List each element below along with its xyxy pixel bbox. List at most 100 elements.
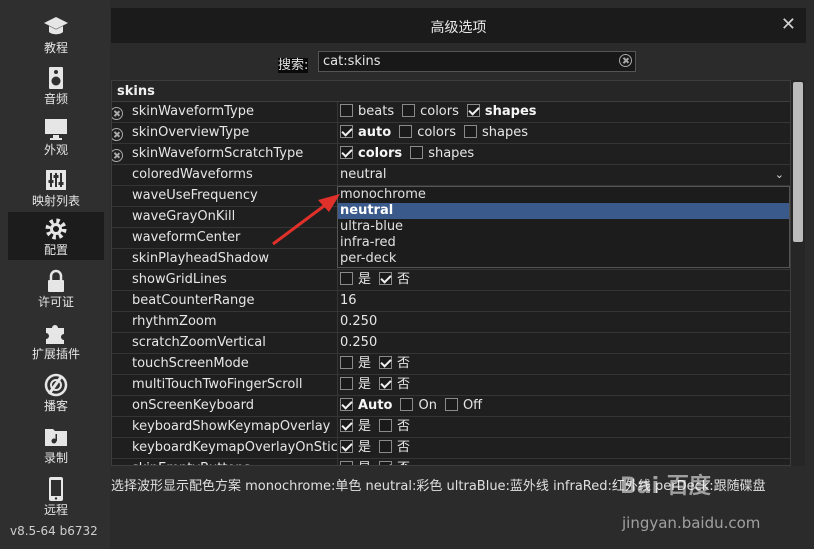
sidebar-item-4[interactable]: 配置 <box>8 212 104 260</box>
checkbox[interactable] <box>340 146 353 159</box>
setting-value[interactable]: 是否 <box>340 375 790 395</box>
option[interactable]: colors <box>399 123 456 143</box>
dropdown-option[interactable]: per-deck <box>338 251 789 267</box>
sidebar-item-8[interactable]: 录制 <box>8 420 104 468</box>
option[interactable]: Auto <box>340 396 392 416</box>
checkbox[interactable] <box>340 398 353 411</box>
settings-row[interactable]: skinWaveformType beats colors shapes <box>112 102 790 123</box>
setting-value[interactable]: 是否 <box>340 354 790 374</box>
option[interactable]: 是 <box>340 354 371 374</box>
checkbox[interactable] <box>379 377 393 390</box>
search-box[interactable] <box>318 51 636 72</box>
clear-icon[interactable] <box>112 149 123 162</box>
option[interactable]: Off <box>444 396 482 416</box>
checkbox[interactable] <box>402 104 416 117</box>
checkbox[interactable] <box>340 461 353 465</box>
settings-row[interactable]: skinOverviewType auto colors shapes <box>112 123 790 144</box>
option[interactable]: 否 <box>379 417 410 437</box>
settings-row[interactable]: multiTouchTwoFingerScroll 是否 <box>112 375 790 396</box>
settings-row[interactable]: onScreenKeyboard Auto On Off <box>112 396 790 417</box>
checkbox[interactable] <box>466 104 480 117</box>
option[interactable]: 否 <box>379 270 410 290</box>
option[interactable]: 是 <box>340 438 371 458</box>
checkbox[interactable] <box>400 398 414 411</box>
setting-value[interactable]: 是否 <box>340 438 790 458</box>
checkbox[interactable] <box>340 356 353 369</box>
setting-value[interactable]: colors shapes <box>340 144 790 164</box>
option[interactable]: 是 <box>340 417 371 437</box>
settings-row[interactable]: coloredWaveforms neutral ⌄ <box>112 165 790 186</box>
checkbox[interactable] <box>410 146 424 159</box>
checkbox[interactable] <box>399 125 413 138</box>
setting-value[interactable]: 是否 <box>340 417 790 437</box>
checkbox[interactable] <box>444 398 458 411</box>
scrollbar-thumb[interactable] <box>793 82 803 242</box>
search-input[interactable] <box>323 53 603 70</box>
setting-value[interactable]: auto colors shapes <box>340 123 790 143</box>
option[interactable]: auto <box>340 123 391 143</box>
checkbox[interactable] <box>463 125 477 138</box>
settings-row[interactable]: skinEmptyButtons是否 <box>112 459 790 465</box>
sidebar-item-3[interactable]: 映射列表 <box>8 163 104 211</box>
sidebar-item-6[interactable]: 扩展插件 <box>8 316 104 364</box>
option[interactable]: 否 <box>379 354 410 374</box>
sidebar-item-9[interactable]: 远程 <box>8 472 104 520</box>
search-clear-icon[interactable] <box>619 54 632 67</box>
dropdown-option[interactable]: monochrome <box>338 187 789 203</box>
settings-row[interactable]: skinWaveformScratchType colors shapes <box>112 144 790 165</box>
sidebar-item-5[interactable]: 许可证 <box>8 264 104 312</box>
checkbox[interactable] <box>379 356 393 369</box>
settings-row[interactable]: keyboardKeymapOverlayOnStic 是否 <box>112 438 790 459</box>
settings-row[interactable]: scratchZoomVertical 0.250 <box>112 333 790 354</box>
checkbox[interactable] <box>379 419 393 432</box>
option[interactable]: colors <box>402 102 459 122</box>
setting-value[interactable]: 是否 <box>340 459 790 465</box>
option[interactable]: shapes <box>410 144 474 164</box>
option[interactable]: On <box>400 396 437 416</box>
option[interactable]: 是 <box>340 459 371 465</box>
option[interactable]: 是 <box>340 375 371 395</box>
dropdown-list[interactable]: monochrome neutral ultra-blue infra-red per-… <box>337 186 790 268</box>
checkbox[interactable] <box>379 440 393 453</box>
settings-row[interactable]: keyboardShowKeymapOverlay 是否 <box>112 417 790 438</box>
dropdown-option[interactable]: ultra-blue <box>338 219 789 235</box>
settings-row[interactable]: rhythmZoom 0.250 <box>112 312 790 333</box>
close-button[interactable]: ✕ <box>781 14 796 35</box>
checkbox[interactable] <box>340 440 353 453</box>
checkbox[interactable] <box>340 104 353 117</box>
setting-value[interactable]: beats colors shapes <box>340 102 790 122</box>
option[interactable]: 否 <box>379 438 410 458</box>
option[interactable]: 否 <box>379 375 410 395</box>
setting-value[interactable]: 是否 <box>340 270 790 290</box>
option[interactable]: shapes <box>463 123 528 143</box>
sidebar-item-0[interactable]: 教程 <box>8 10 104 58</box>
dropdown-option[interactable]: infra-red <box>338 235 789 251</box>
option[interactable]: 是 <box>340 270 371 290</box>
settings-row[interactable]: beatCounterRange 16 <box>112 291 790 312</box>
chevron-down-icon[interactable]: ⌄ <box>775 165 784 185</box>
checkbox[interactable] <box>340 419 353 432</box>
settings-row[interactable]: touchScreenMode 是否 <box>112 354 790 375</box>
option[interactable]: colors <box>340 144 402 164</box>
clear-icon[interactable] <box>112 107 123 120</box>
checkbox[interactable] <box>379 461 393 465</box>
checkbox[interactable] <box>340 125 353 138</box>
option[interactable]: shapes <box>466 102 537 122</box>
settings-row[interactable]: showGridLines 是否 <box>112 270 790 291</box>
option[interactable]: beats <box>340 102 394 122</box>
sidebar-item-7[interactable]: 播客 <box>8 368 104 416</box>
dropdown-option[interactable]: neutral <box>338 203 789 219</box>
checkbox[interactable] <box>340 377 353 390</box>
scrollbar[interactable] <box>791 80 805 466</box>
setting-value[interactable]: 16 <box>340 291 790 311</box>
sidebar-item-2[interactable]: 外观 <box>8 112 104 160</box>
setting-value[interactable]: Auto On Off <box>340 396 790 416</box>
sidebar-item-1[interactable]: 音频 <box>8 61 104 109</box>
checkbox[interactable] <box>340 272 353 285</box>
setting-value[interactable]: 0.250 <box>340 312 790 332</box>
option[interactable]: 否 <box>379 459 410 465</box>
checkbox[interactable] <box>379 272 393 285</box>
clear-icon[interactable] <box>112 128 123 141</box>
setting-value[interactable]: neutral ⌄ <box>340 165 790 185</box>
setting-value[interactable]: 0.250 <box>340 333 790 353</box>
